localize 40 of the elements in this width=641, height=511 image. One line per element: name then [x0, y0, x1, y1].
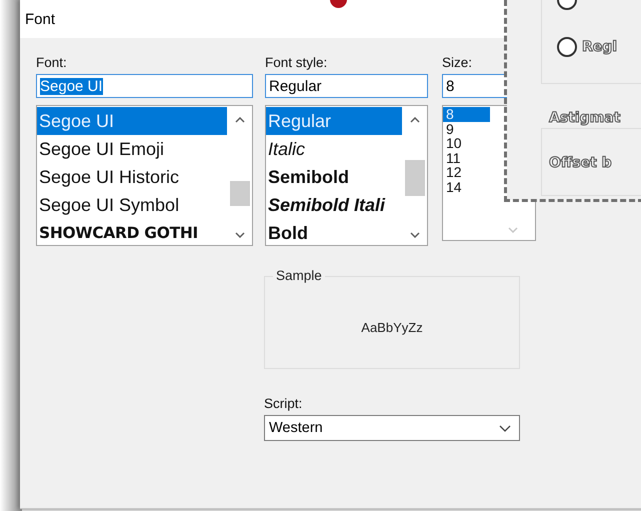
scroll-down-icon [508, 227, 518, 233]
size-label: Size: [442, 55, 474, 71]
chevron-down-icon [499, 424, 511, 432]
script-dropdown[interactable]: Western [264, 415, 520, 441]
font-style-list-item[interactable]: Bold [266, 219, 402, 245]
sample-label: Sample [273, 268, 325, 283]
script-label: Script: [264, 396, 304, 412]
font-style-input-field[interactable]: Regular [265, 74, 428, 98]
font-label: Font: [36, 55, 68, 71]
font-style-list-item[interactable]: Regular [266, 107, 402, 135]
font-list-item[interactable]: SHOWCARD GOTHI [37, 219, 227, 245]
size-list-item[interactable]: 9 [443, 122, 503, 136]
scroll-up-icon[interactable] [234, 117, 244, 123]
field-label: Offset b [549, 155, 612, 171]
font-list-item[interactable]: Segoe UI [37, 107, 227, 135]
scroll-down-icon[interactable] [410, 232, 420, 238]
font-style-list-item[interactable]: Italic [266, 135, 402, 163]
scroll-down-icon[interactable] [234, 232, 244, 238]
font-style-label: Font style: [265, 55, 328, 71]
font-style-list[interactable]: Regular Italic Semibold Semibold Itali Bold [265, 105, 428, 246]
size-list-item[interactable]: 11 [443, 150, 503, 165]
size-list-item[interactable]: 10 [443, 136, 503, 150]
font-style-list-item[interactable]: Semibold [266, 163, 402, 191]
sample-text: AaBbYyZz [361, 320, 423, 335]
font-list-item[interactable]: Segoe UI Emoji [37, 135, 227, 163]
font-input-field[interactable]: Segoe UI [36, 74, 253, 98]
font-list-item[interactable]: Segoe UI Historic [37, 163, 227, 191]
group-title: Astigmat [549, 110, 620, 126]
scroll-up-icon[interactable] [410, 117, 420, 123]
size-list-item[interactable]: 14 [443, 180, 503, 194]
font-list-item[interactable]: Segoe UI Symbol [37, 191, 227, 219]
size-list-item[interactable]: 8 [443, 107, 490, 122]
font-list[interactable]: Segoe UI Segoe UI Emoji Segoe UI Historic Segoe UI Symbol SHOWCARD GOTHI [36, 105, 253, 246]
option-label: Regl [582, 39, 618, 55]
scrollbar-thumb[interactable] [405, 160, 425, 196]
scrollbar-thumb[interactable] [230, 181, 250, 206]
size-list-item[interactable]: 12 [443, 165, 503, 180]
font-style-list-item[interactable]: Semibold Itali [266, 191, 402, 219]
radio-button[interactable] [557, 37, 577, 57]
window-title: Font [25, 10, 56, 28]
